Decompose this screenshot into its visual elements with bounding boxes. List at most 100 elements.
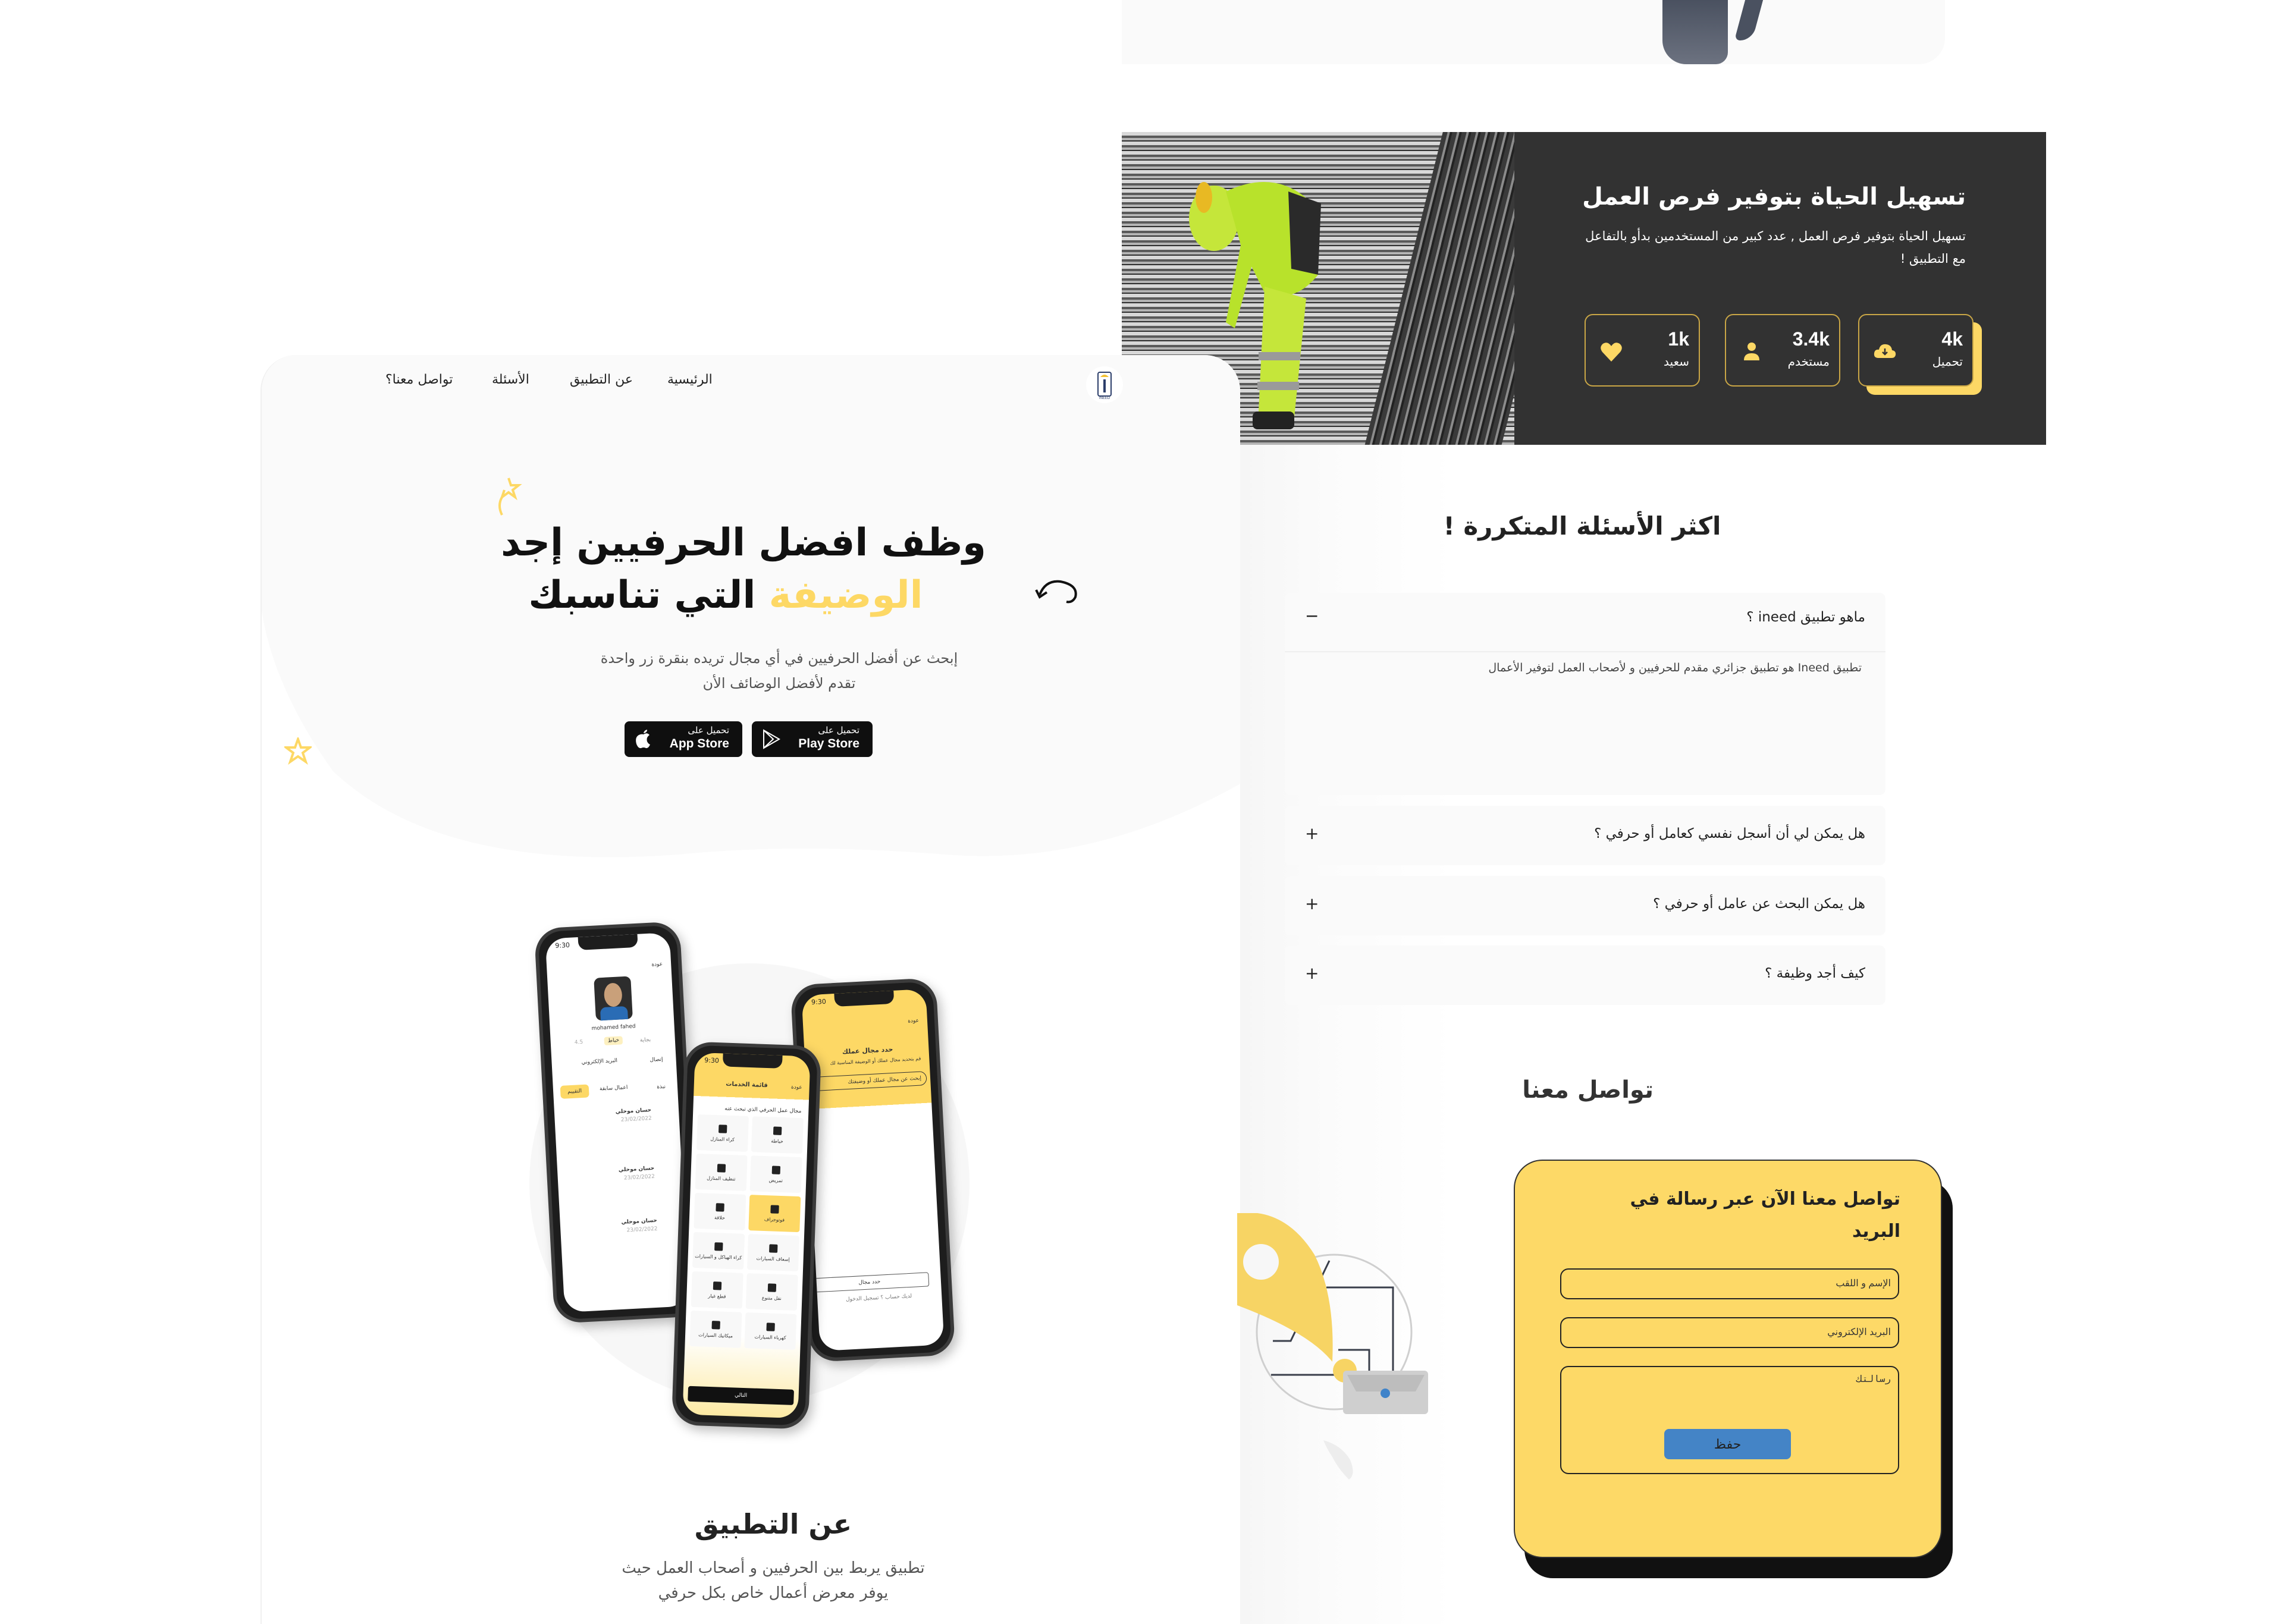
stat-label: سعيد <box>1664 354 1689 369</box>
field-desc: قم بتحديد مجال عملك أو الوضيفة المناسبة … <box>830 1056 921 1066</box>
app-store-button[interactable]: تحميل على App Store <box>625 721 742 757</box>
faq-item[interactable]: هل يمكن البحث عن عامل أو حرفي ؟ + <box>1285 876 1885 935</box>
stat-label: مستخدم <box>1787 354 1830 369</box>
status-time: 9:30 <box>554 941 570 950</box>
faq-question: هل يمكن البحث عن عامل أو حرفي ؟ <box>1653 896 1865 912</box>
rebar-bundle <box>1360 132 1514 445</box>
location-mail-illustration <box>1237 1213 1428 1479</box>
email-input[interactable] <box>1560 1317 1899 1348</box>
service-icon <box>717 1163 726 1173</box>
contact-title: تواصل معنا <box>1522 1076 1654 1104</box>
profile-location: بجاية <box>639 1036 651 1044</box>
heart-icon <box>1601 343 1622 362</box>
faq-divider <box>1285 651 1885 652</box>
hero-subtitle-line2: تقدم لأفضل الوضائف الأن <box>702 675 856 692</box>
nav-link-home[interactable]: الرئيسية <box>667 372 713 387</box>
review-name: حسان موحلي <box>615 1107 652 1116</box>
nav-link-about[interactable]: عن التطبيق <box>570 372 633 387</box>
about-text-line1: تطبيق يربط بين الحرفيين و أصحاب العمل حي… <box>622 1559 925 1577</box>
stat-value: 1k <box>1668 328 1689 350</box>
stats-description: تسهيل الحياة بتوفير فرص العمل , عدد كبير… <box>1585 229 1966 266</box>
stat-value: 4k <box>1941 328 1963 350</box>
status-time: 9:30 <box>704 1056 720 1065</box>
service-icon <box>771 1165 781 1174</box>
service-label: نقل متنوع <box>761 1295 782 1301</box>
back-link: عودة <box>907 1017 920 1025</box>
profile-rating: 4.5 <box>574 1039 583 1046</box>
review-name: حسان موحلي <box>621 1217 658 1226</box>
hero-title-accent: الوضيفة <box>768 573 923 617</box>
review-name: حسان موحلي <box>618 1165 655 1173</box>
faq-answer: تطبيق Ineed هو تطبيق جزائري مقدم للحرفيي… <box>1488 661 1862 674</box>
service-label: كهرباء السيارات <box>754 1334 786 1340</box>
expand-icon[interactable]: + <box>1305 824 1319 843</box>
apple-icon <box>636 730 650 749</box>
collapse-icon[interactable]: − <box>1305 606 1319 626</box>
stat-value: 3.4k <box>1792 328 1830 350</box>
expand-icon[interactable]: + <box>1305 894 1319 913</box>
services-title: قائمة الخدمات <box>726 1080 768 1089</box>
store-name: Play Store <box>798 737 859 750</box>
nav-link-contact[interactable]: تواصل معنا؟ <box>385 372 453 387</box>
avatar <box>594 976 633 1021</box>
name-input[interactable] <box>1560 1268 1899 1299</box>
about-text-line2: يوفر معرض أعمال خاص بكل حرفي <box>658 1584 889 1602</box>
phone-notch <box>833 990 894 1007</box>
profile-name: mohamed fahed <box>591 1023 636 1032</box>
play-store-button[interactable]: تحميل على Play Store <box>752 721 873 757</box>
service-icon <box>766 1322 775 1331</box>
star-icon <box>284 737 312 765</box>
ineed-logo[interactable]: INEED <box>1086 366 1123 403</box>
service-label: حلاقة <box>714 1214 726 1221</box>
service-icon <box>773 1126 782 1135</box>
service-icon <box>716 1202 724 1212</box>
faq-item[interactable]: كيف أجد وظيفة ؟ + <box>1285 945 1885 1005</box>
hero-title-line1: وظف افضل الحرفيين إجد <box>501 521 986 565</box>
back-link: عودة <box>651 961 663 968</box>
save-button[interactable]: حفظ <box>1664 1429 1791 1459</box>
faq-title: اكثر الأسئلة المتكررة ! <box>1443 511 1721 541</box>
stat-card-users: 3.4k مستخدم <box>1725 314 1840 387</box>
curved-arrow-icon <box>1035 580 1077 604</box>
next-button: التالي <box>688 1386 794 1405</box>
store-small-label: تحميل على <box>818 725 859 736</box>
call-button: إتصال <box>650 1056 663 1063</box>
field-title: حدد مجال عملك <box>842 1045 893 1056</box>
expand-icon[interactable]: + <box>1305 963 1319 983</box>
nav-link-faq[interactable]: الأسئلة <box>492 372 529 387</box>
faq-item[interactable]: هل يمكن لي أن أسجل نفسي كعامل أو حرفي ؟ … <box>1285 806 1885 865</box>
hero-subtitle-line1: إبحث عن أفضل الحرفيين في أي مجال تريده ب… <box>600 650 958 667</box>
service-tile: قطع غيار <box>691 1271 743 1309</box>
stat-card-happy: 1k سعيد <box>1585 314 1700 387</box>
service-icon <box>713 1281 722 1290</box>
service-icon <box>770 1204 779 1214</box>
phone-screen: 9:30 عودة mohamed fahed 4.5 خياط بجاية إ… <box>545 932 689 1313</box>
page-canvas: تسهيل الحياة بتوفير فرص العمل تسهيل الحي… <box>0 0 2284 1624</box>
logo-text: INEED <box>1099 397 1110 400</box>
stats-title: تسهيل الحياة بتوفير فرص العمل <box>1582 183 1966 211</box>
service-label: خياطة <box>771 1138 783 1144</box>
form-title: تواصل معنا الآن عبر رسالة في البريد <box>1630 1189 1900 1242</box>
previous-section-card <box>1122 0 1945 64</box>
field-search-input: إبحث عن مجال عملك أو وضيفتك <box>807 1071 927 1092</box>
play-store-icon <box>763 729 781 749</box>
tab-bio: نبذة <box>657 1083 666 1091</box>
email-button: البريد الإلكتروني <box>581 1057 618 1066</box>
back-link: عودة <box>790 1084 802 1091</box>
service-icon <box>769 1243 778 1253</box>
cloud-download-icon <box>1874 344 1896 358</box>
service-tile: كراء الهياكل و السيارات <box>692 1232 745 1270</box>
service-label: ميكانيك السيارات <box>698 1331 733 1339</box>
select-field-button: حدد مجال <box>810 1272 930 1293</box>
about-text: تطبيق يربط بين الحرفيين و أصحاب العمل حي… <box>559 1556 987 1606</box>
service-tile: خياطة <box>751 1116 804 1154</box>
stat-card-downloads: 4k تحميل <box>1858 314 1974 387</box>
hero-title-line2: الوضيفة التي تناسبك <box>488 573 964 617</box>
service-icon <box>714 1242 723 1251</box>
service-label: فوتوجراف <box>764 1216 785 1223</box>
about-title: عن التطبيق <box>694 1508 852 1540</box>
phone-screen: 9:30 عودة حدد مجال عملك قم بتحديد مجال ع… <box>801 988 945 1352</box>
faq-question: كيف أجد وظيفة ؟ <box>1765 966 1865 981</box>
service-label: قطع غيار <box>708 1293 726 1299</box>
faq-item-expanded[interactable]: ماهو تطبيق ineed ؟ − تطبيق Ineed هو تطبي… <box>1285 593 1885 795</box>
